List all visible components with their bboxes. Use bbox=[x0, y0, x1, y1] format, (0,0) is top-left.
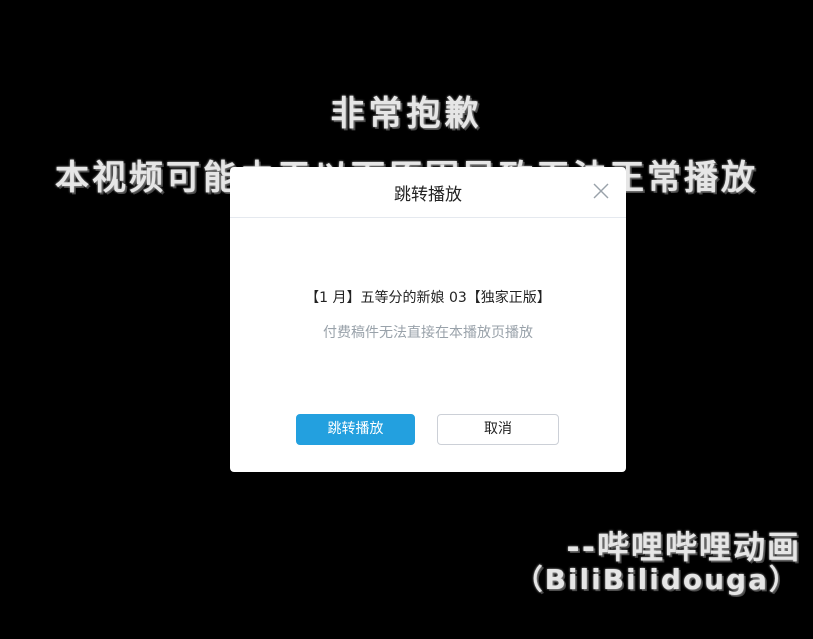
jump-play-button[interactable]: 跳转播放 bbox=[296, 414, 415, 445]
error-heading: 非常抱歉 bbox=[330, 94, 483, 134]
close-icon[interactable] bbox=[592, 182, 610, 200]
dialog-header: 跳转播放 bbox=[230, 167, 626, 218]
paid-notice: 付费稿件无法直接在本播放页播放 bbox=[323, 325, 533, 341]
video-title: 【1 月】五等分的新娘 03【独家正版】 bbox=[305, 290, 551, 306]
dialog-title: 跳转播放 bbox=[394, 185, 462, 205]
error-signature-sub: （BiliBilidouga） bbox=[514, 563, 799, 596]
cancel-button[interactable]: 取消 bbox=[437, 414, 559, 445]
jump-play-dialog: 跳转播放 【1 月】五等分的新娘 03【独家正版】 付费稿件无法直接在本播放页播… bbox=[230, 167, 626, 472]
